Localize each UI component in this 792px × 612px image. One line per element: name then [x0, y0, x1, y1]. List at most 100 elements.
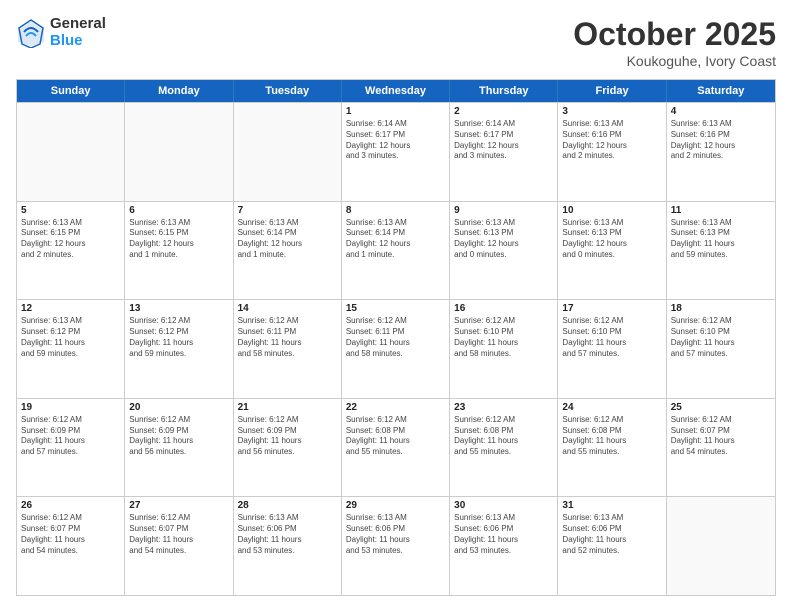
calendar-cell: 13 Sunrise: 6:12 AM Sunset: 6:12 PM Dayli… — [125, 300, 233, 398]
cell-day-number: 7 — [238, 205, 337, 216]
cell-info-text: Sunrise: 6:12 AM Sunset: 6:07 PM Dayligh… — [671, 415, 771, 458]
cell-day-number: 15 — [346, 303, 445, 314]
cell-info-text: Sunrise: 6:13 AM Sunset: 6:16 PM Dayligh… — [671, 119, 771, 162]
calendar-cell: 31 Sunrise: 6:13 AM Sunset: 6:06 PM Dayli… — [558, 497, 666, 595]
cell-day-number: 5 — [21, 205, 120, 216]
calendar-cell: 23 Sunrise: 6:12 AM Sunset: 6:08 PM Dayli… — [450, 399, 558, 497]
calendar-cell: 16 Sunrise: 6:12 AM Sunset: 6:10 PM Dayli… — [450, 300, 558, 398]
calendar-title: October 2025 — [573, 16, 776, 53]
calendar-cell: 5 Sunrise: 6:13 AM Sunset: 6:15 PM Daylig… — [17, 202, 125, 300]
cell-day-number: 26 — [21, 500, 120, 511]
cell-day-number: 10 — [562, 205, 661, 216]
calendar-subtitle: Koukoguhe, Ivory Coast — [573, 53, 776, 69]
cell-info-text: Sunrise: 6:13 AM Sunset: 6:06 PM Dayligh… — [454, 513, 553, 556]
cell-day-number: 23 — [454, 402, 553, 413]
logo-blue: Blue — [50, 33, 106, 50]
calendar-week-2: 5 Sunrise: 6:13 AM Sunset: 6:15 PM Daylig… — [17, 201, 775, 300]
cell-day-number: 27 — [129, 500, 228, 511]
logo-icon — [16, 18, 46, 48]
calendar-cell: 11 Sunrise: 6:13 AM Sunset: 6:13 PM Dayli… — [667, 202, 775, 300]
calendar-cell: 22 Sunrise: 6:12 AM Sunset: 6:08 PM Dayli… — [342, 399, 450, 497]
cell-day-number: 21 — [238, 402, 337, 413]
cell-info-text: Sunrise: 6:13 AM Sunset: 6:13 PM Dayligh… — [671, 218, 771, 261]
calendar-week-4: 19 Sunrise: 6:12 AM Sunset: 6:09 PM Dayli… — [17, 398, 775, 497]
calendar-cell — [667, 497, 775, 595]
cell-info-text: Sunrise: 6:13 AM Sunset: 6:15 PM Dayligh… — [129, 218, 228, 261]
cell-info-text: Sunrise: 6:12 AM Sunset: 6:08 PM Dayligh… — [346, 415, 445, 458]
calendar-body: 1 Sunrise: 6:14 AM Sunset: 6:17 PM Daylig… — [17, 102, 775, 595]
cell-day-number: 17 — [562, 303, 661, 314]
cell-info-text: Sunrise: 6:12 AM Sunset: 6:09 PM Dayligh… — [238, 415, 337, 458]
cell-day-number: 24 — [562, 402, 661, 413]
calendar-cell: 24Sunrise: 6:12 AM Sunset: 6:08 PM Dayli… — [558, 399, 666, 497]
calendar-cell — [234, 103, 342, 201]
cell-day-number: 11 — [671, 205, 771, 216]
cell-day-number: 6 — [129, 205, 228, 216]
cell-day-number: 3 — [562, 106, 661, 117]
cell-day-number: 19 — [21, 402, 120, 413]
cell-info-text: Sunrise: 6:12 AM Sunset: 6:10 PM Dayligh… — [562, 316, 661, 359]
calendar-header: SundayMondayTuesdayWednesdayThursdayFrid… — [17, 80, 775, 102]
cell-day-number: 9 — [454, 205, 553, 216]
calendar-cell: 6 Sunrise: 6:13 AM Sunset: 6:15 PM Daylig… — [125, 202, 233, 300]
cell-info-text: Sunrise: 6:13 AM Sunset: 6:13 PM Dayligh… — [454, 218, 553, 261]
cell-day-number: 18 — [671, 303, 771, 314]
cell-info-text: Sunrise: 6:12 AM Sunset: 6:07 PM Dayligh… — [129, 513, 228, 556]
cell-day-number: 13 — [129, 303, 228, 314]
cell-info-text: Sunrise: 6:13 AM Sunset: 6:15 PM Dayligh… — [21, 218, 120, 261]
cell-info-text: Sunrise: 6:12 AM Sunset: 6:11 PM Dayligh… — [238, 316, 337, 359]
cell-day-number: 29 — [346, 500, 445, 511]
cell-info-text: Sunrise: 6:12 AM Sunset: 6:12 PM Dayligh… — [129, 316, 228, 359]
cell-day-number: 25 — [671, 402, 771, 413]
calendar-header-day: Sunday — [17, 80, 125, 102]
cell-info-text: Sunrise: 6:13 AM Sunset: 6:06 PM Dayligh… — [562, 513, 661, 556]
cell-info-text: Sunrise: 6:12 AM Sunset: 6:08 PM Dayligh… — [454, 415, 553, 458]
cell-info-text: Sunrise: 6:14 AM Sunset: 6:17 PM Dayligh… — [454, 119, 553, 162]
cell-day-number: 20 — [129, 402, 228, 413]
cell-info-text: Sunrise: 6:12 AM Sunset: 6:11 PM Dayligh… — [346, 316, 445, 359]
calendar-header-day: Thursday — [450, 80, 558, 102]
cell-info-text: Sunrise: 6:13 AM Sunset: 6:14 PM Dayligh… — [346, 218, 445, 261]
calendar-header-day: Tuesday — [234, 80, 342, 102]
cell-info-text: Sunrise: 6:13 AM Sunset: 6:16 PM Dayligh… — [562, 119, 661, 162]
calendar-cell: 25 Sunrise: 6:12 AM Sunset: 6:07 PM Dayli… — [667, 399, 775, 497]
calendar-cell: 8Sunrise: 6:13 AM Sunset: 6:14 PM Daylig… — [342, 202, 450, 300]
calendar-cell: 10Sunrise: 6:13 AM Sunset: 6:13 PM Dayli… — [558, 202, 666, 300]
calendar-cell: 26 Sunrise: 6:12 AM Sunset: 6:07 PM Dayli… — [17, 497, 125, 595]
calendar-cell: 3 Sunrise: 6:13 AM Sunset: 6:16 PM Daylig… — [558, 103, 666, 201]
cell-day-number: 4 — [671, 106, 771, 117]
cell-info-text: Sunrise: 6:13 AM Sunset: 6:06 PM Dayligh… — [346, 513, 445, 556]
cell-info-text: Sunrise: 6:12 AM Sunset: 6:09 PM Dayligh… — [21, 415, 120, 458]
calendar-cell — [17, 103, 125, 201]
calendar-cell: 28 Sunrise: 6:13 AM Sunset: 6:06 PM Dayli… — [234, 497, 342, 595]
cell-day-number: 14 — [238, 303, 337, 314]
cell-info-text: Sunrise: 6:12 AM Sunset: 6:07 PM Dayligh… — [21, 513, 120, 556]
calendar-cell: 2 Sunrise: 6:14 AM Sunset: 6:17 PM Daylig… — [450, 103, 558, 201]
calendar-cell: 9 Sunrise: 6:13 AM Sunset: 6:13 PM Daylig… — [450, 202, 558, 300]
cell-info-text: Sunrise: 6:13 AM Sunset: 6:12 PM Dayligh… — [21, 316, 120, 359]
calendar-cell: 14 Sunrise: 6:12 AM Sunset: 6:11 PM Dayli… — [234, 300, 342, 398]
cell-day-number: 2 — [454, 106, 553, 117]
logo-general: General — [50, 16, 106, 33]
cell-day-number: 16 — [454, 303, 553, 314]
calendar-week-1: 1 Sunrise: 6:14 AM Sunset: 6:17 PM Daylig… — [17, 102, 775, 201]
calendar-cell: 27 Sunrise: 6:12 AM Sunset: 6:07 PM Dayli… — [125, 497, 233, 595]
cell-info-text: Sunrise: 6:13 AM Sunset: 6:06 PM Dayligh… — [238, 513, 337, 556]
cell-info-text: Sunrise: 6:12 AM Sunset: 6:10 PM Dayligh… — [454, 316, 553, 359]
calendar-header-day: Monday — [125, 80, 233, 102]
calendar-week-3: 12Sunrise: 6:13 AM Sunset: 6:12 PM Dayli… — [17, 299, 775, 398]
cell-day-number: 1 — [346, 106, 445, 117]
cell-info-text: Sunrise: 6:14 AM Sunset: 6:17 PM Dayligh… — [346, 119, 445, 162]
cell-day-number: 28 — [238, 500, 337, 511]
logo: General Blue — [16, 16, 106, 49]
calendar-cell: 15 Sunrise: 6:12 AM Sunset: 6:11 PM Dayli… — [342, 300, 450, 398]
calendar-header-day: Friday — [558, 80, 666, 102]
header: General Blue October 2025 Koukoguhe, Ivo… — [16, 16, 776, 69]
cell-info-text: Sunrise: 6:12 AM Sunset: 6:10 PM Dayligh… — [671, 316, 771, 359]
calendar: SundayMondayTuesdayWednesdayThursdayFrid… — [16, 79, 776, 596]
calendar-cell: 20Sunrise: 6:12 AM Sunset: 6:09 PM Dayli… — [125, 399, 233, 497]
cell-day-number: 31 — [562, 500, 661, 511]
cell-info-text: Sunrise: 6:13 AM Sunset: 6:14 PM Dayligh… — [238, 218, 337, 261]
calendar-cell: 17 Sunrise: 6:12 AM Sunset: 6:10 PM Dayli… — [558, 300, 666, 398]
cell-day-number: 22 — [346, 402, 445, 413]
